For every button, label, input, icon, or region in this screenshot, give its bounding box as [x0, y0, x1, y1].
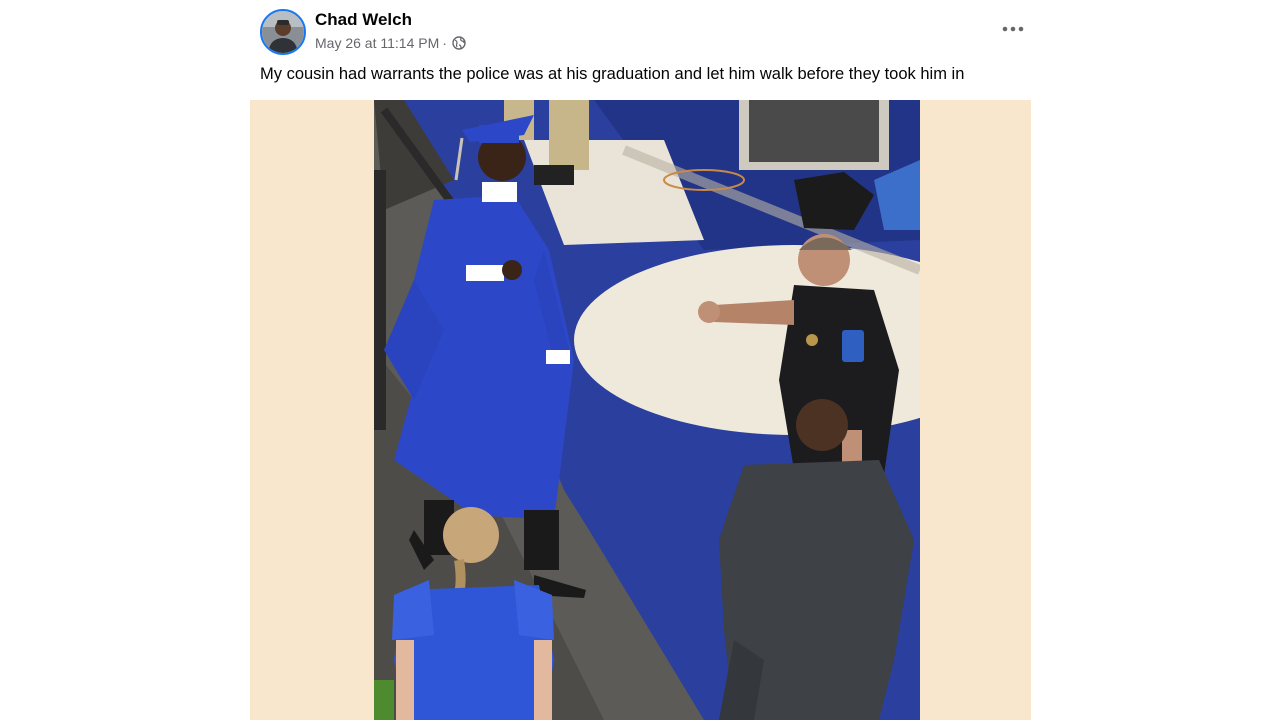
post-caption: My cousin had warrants the police was at…	[260, 65, 965, 83]
author-name[interactable]: Chad Welch	[315, 10, 412, 30]
author-avatar[interactable]	[260, 9, 306, 55]
photo-illustration	[374, 100, 920, 720]
facebook-post: Chad Welch May 26 at 11:14 PM · My cousi…	[250, 0, 1031, 720]
avatar-image	[262, 11, 304, 53]
globe-icon[interactable]	[452, 36, 466, 50]
post-media[interactable]	[250, 100, 1031, 720]
meta-separator: ·	[442, 35, 447, 51]
post-meta: May 26 at 11:14 PM ·	[315, 35, 466, 51]
graduation-photo[interactable]	[374, 100, 920, 720]
more-options-icon[interactable]	[1000, 18, 1026, 40]
post-timestamp[interactable]: May 26 at 11:14 PM	[315, 35, 439, 51]
